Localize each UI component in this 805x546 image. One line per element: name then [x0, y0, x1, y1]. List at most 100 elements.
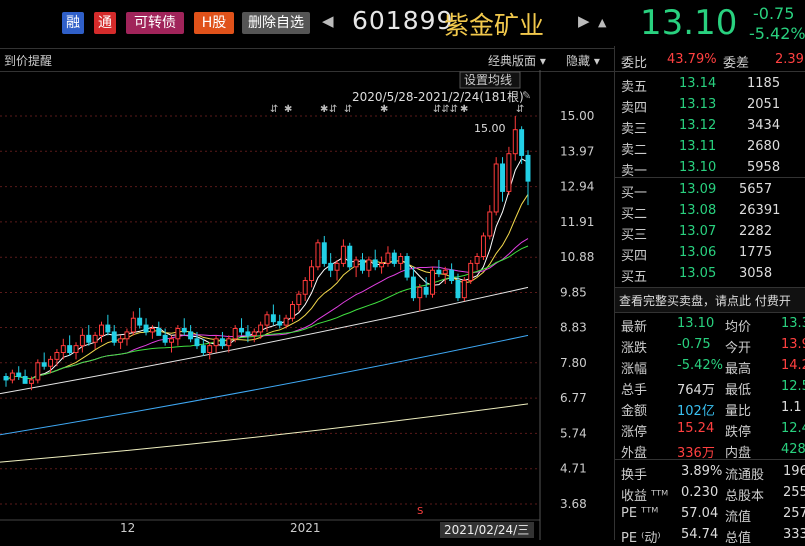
- candle[interactable]: [385, 246, 391, 267]
- layout-select[interactable]: 经典版面 ▾: [488, 52, 546, 69]
- bid-row[interactable]: 买五 13.05 3058: [615, 264, 805, 285]
- candle[interactable]: [270, 304, 276, 326]
- candle[interactable]: [328, 253, 334, 278]
- candle[interactable]: [35, 359, 41, 384]
- bid-row[interactable]: 买一 13.09 5657: [615, 180, 805, 201]
- hide-panel-button[interactable]: 隐藏 ▾: [566, 52, 600, 69]
- candle[interactable]: [111, 325, 117, 346]
- bid-row[interactable]: 买二 13.08 26391: [615, 201, 805, 222]
- candle[interactable]: [73, 342, 79, 360]
- candle[interactable]: [391, 249, 397, 267]
- candle[interactable]: [86, 325, 92, 346]
- candle[interactable]: [468, 259, 474, 284]
- ask-row[interactable]: 卖一 13.10 5958: [615, 158, 805, 179]
- candle[interactable]: [251, 328, 257, 343]
- candle[interactable]: [480, 232, 486, 260]
- candle[interactable]: [455, 273, 461, 302]
- bid-label: 买五: [621, 270, 648, 285]
- y-tick-label: 5.74: [560, 426, 587, 440]
- candle[interactable]: [207, 342, 213, 360]
- connect-badge[interactable]: 通: [94, 12, 116, 34]
- candle[interactable]: [130, 311, 136, 336]
- candle[interactable]: [461, 277, 467, 302]
- candle[interactable]: [9, 369, 15, 384]
- candle[interactable]: [449, 263, 455, 284]
- candle[interactable]: [423, 277, 429, 298]
- candle[interactable]: [219, 331, 225, 350]
- candle[interactable]: [474, 253, 480, 271]
- next-stock-icon[interactable]: ▶: [578, 12, 590, 30]
- bell-icon[interactable]: ▲: [598, 16, 606, 29]
- candle[interactable]: [353, 256, 359, 278]
- candle[interactable]: [67, 335, 73, 356]
- convertible-bond-button[interactable]: 可转债: [126, 12, 184, 34]
- candle[interactable]: [60, 338, 66, 360]
- candle[interactable]: [366, 256, 372, 278]
- remove-watchlist-button[interactable]: 删除自选: [242, 12, 310, 34]
- pin-icon[interactable]: ✎: [522, 89, 531, 102]
- candle[interactable]: [124, 328, 130, 346]
- candle[interactable]: [512, 116, 518, 161]
- candle[interactable]: [48, 355, 54, 374]
- candle[interactable]: [436, 259, 442, 278]
- candle[interactable]: [334, 259, 340, 281]
- candle[interactable]: [506, 146, 512, 195]
- candle[interactable]: [99, 321, 104, 343]
- margin-badge[interactable]: 融: [62, 12, 84, 34]
- candle[interactable]: [118, 335, 124, 350]
- candle[interactable]: [372, 249, 378, 271]
- full-order-book-button[interactable]: 查看完整买卖盘，请点此 付费开: [615, 287, 805, 313]
- ask-row[interactable]: 卖四 13.13 2051: [615, 95, 805, 116]
- candle[interactable]: [410, 266, 416, 302]
- candle[interactable]: [487, 205, 493, 240]
- ask-row[interactable]: 卖三 13.12 3434: [615, 116, 805, 137]
- candle[interactable]: [309, 259, 315, 288]
- bid-row[interactable]: 买三 13.07 2282: [615, 222, 805, 243]
- candle[interactable]: [156, 321, 162, 336]
- ask-row[interactable]: 卖二 13.11 2680: [615, 137, 805, 158]
- candle[interactable]: [315, 239, 321, 271]
- candle[interactable]: [277, 314, 283, 329]
- candle[interactable]: [430, 266, 435, 298]
- bid-row[interactable]: 买四 13.06 1775: [615, 243, 805, 264]
- candle[interactable]: [379, 256, 385, 274]
- candle[interactable]: [302, 277, 308, 302]
- candle[interactable]: [3, 373, 9, 387]
- candle[interactable]: [181, 318, 187, 336]
- candle[interactable]: [417, 283, 423, 312]
- candle[interactable]: [213, 335, 219, 353]
- candle[interactable]: [321, 235, 327, 267]
- candle[interactable]: [500, 157, 506, 202]
- candle[interactable]: [22, 369, 28, 384]
- ask-row[interactable]: 卖五 13.14 1185: [615, 74, 805, 95]
- candle[interactable]: [137, 307, 143, 329]
- candle[interactable]: [398, 253, 404, 271]
- candle[interactable]: [289, 301, 295, 322]
- bid-volume: 1775: [739, 245, 773, 260]
- candle[interactable]: [296, 290, 302, 312]
- candle[interactable]: [16, 366, 22, 380]
- candle[interactable]: [493, 157, 499, 216]
- divider: [615, 71, 805, 72]
- candle[interactable]: [175, 325, 181, 346]
- ma-settings-button[interactable]: 设置均线: [464, 73, 512, 87]
- candle[interactable]: [519, 126, 525, 164]
- candle[interactable]: [360, 253, 365, 274]
- price-alert-button[interactable]: 到价提醒: [4, 52, 52, 69]
- candle[interactable]: [105, 314, 111, 336]
- candle[interactable]: [200, 338, 206, 356]
- weibi-row: 委比 43.79% 委差 2.39: [615, 50, 805, 71]
- prev-stock-icon[interactable]: ◀: [322, 12, 334, 30]
- candle[interactable]: [239, 318, 245, 336]
- candle[interactable]: [79, 328, 85, 353]
- candle[interactable]: [92, 331, 98, 350]
- candle[interactable]: [54, 349, 60, 367]
- x-label-2021: 2021: [290, 521, 321, 535]
- h-share-button[interactable]: H股: [194, 12, 234, 34]
- candle[interactable]: [41, 352, 47, 370]
- fundamental-value: 2573: [783, 506, 805, 521]
- kline-chart[interactable]: 15.00 13.97 12.94 11.91 10.88 9.85 8.83 7.80 6.7…: [0, 70, 614, 540]
- candle[interactable]: [340, 239, 346, 267]
- candle[interactable]: [347, 242, 353, 271]
- candle[interactable]: [404, 253, 410, 281]
